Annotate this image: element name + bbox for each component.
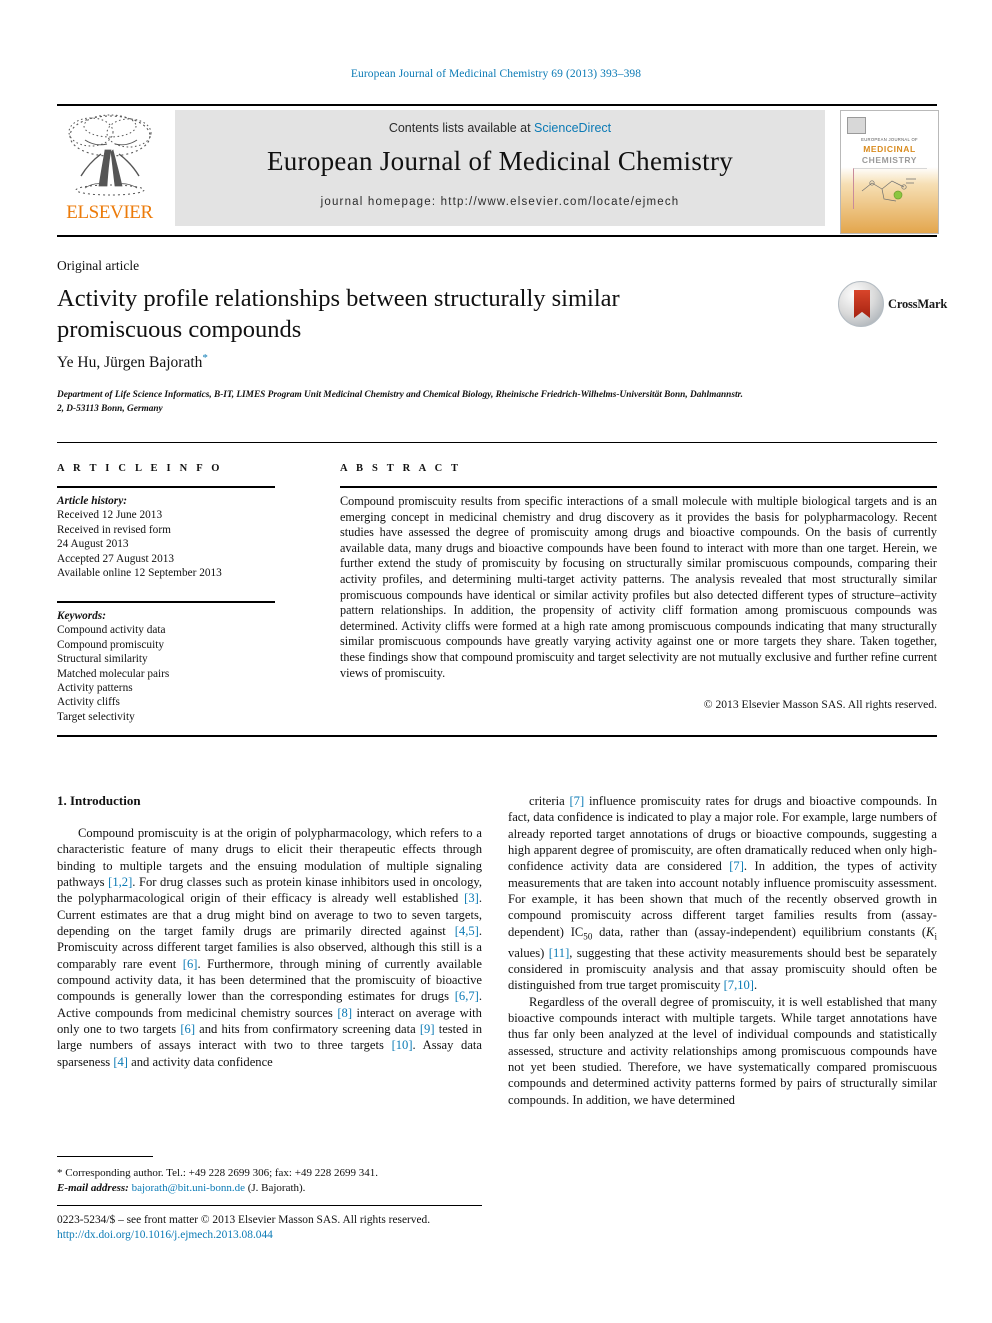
cover-title-line1: EUROPEAN JOURNAL OF [861, 137, 918, 142]
article-info-heading: A R T I C L E I N F O [57, 463, 223, 474]
contents-prefix: Contents lists available at [388, 121, 535, 135]
footnote-marker: * [57, 1167, 63, 1179]
abstract-copyright: © 2013 Elsevier Masson SAS. All rights r… [703, 698, 937, 711]
info-section-top-rule [57, 442, 937, 443]
abstract-bottom-rule [57, 735, 937, 737]
article-type: Original article [57, 258, 140, 273]
abstract-text: Compound promiscuity results from specif… [340, 494, 937, 680]
footnote-text: Corresponding author. Tel.: +49 228 2699… [65, 1167, 378, 1179]
page-title: Activity profile relationships between s… [57, 285, 620, 343]
keyword-item: Activity cliffs [57, 696, 120, 709]
abstract-heading: A B S T R A C T [340, 463, 462, 474]
contents-available-line: Contents lists available at ScienceDirec… [175, 121, 825, 135]
cover-artwork-icon [853, 168, 927, 209]
journal-homepage-link[interactable]: journal homepage: http://www.elsevier.co… [175, 196, 825, 208]
citation-ref[interactable]: [4,5] [455, 924, 479, 938]
journal-masthead: ELSEVIER Contents lists available at Sci… [57, 104, 939, 237]
footer-rule [57, 1205, 482, 1206]
page-footer: 0223-5234/$ – see front matter © 2013 El… [57, 1213, 577, 1243]
journal-cover-thumbnail: EUROPEAN JOURNAL OF MEDICINAL CHEMISTRY [840, 110, 939, 234]
section-heading-introduction: 1. Introduction [57, 793, 141, 808]
citation-ref[interactable]: [7] [569, 794, 584, 808]
corresponding-author-footnote: * Corresponding author. Tel.: +49 228 26… [57, 1166, 482, 1195]
keywords-list: Keywords: Compound activity data Compoun… [57, 609, 287, 724]
crossmark-label: CrossMark [888, 297, 948, 311]
issn-line: 0223-5234/$ – see front matter © 2013 El… [57, 1214, 431, 1226]
article-history-label: Article history: [57, 495, 127, 507]
journal-title: European Journal of Medicinal Chemistry [266, 146, 734, 176]
keyword-item: Compound activity data [57, 624, 166, 637]
article-history: Article history: Received 12 June 2013 R… [57, 494, 287, 580]
elsevier-logo: ELSEVIER [57, 110, 162, 226]
masthead-top-rule [57, 104, 937, 106]
email-label: E-mail address: [57, 1181, 129, 1194]
keyword-item: Target selectivity [57, 710, 135, 723]
keyword-item: Activity patterns [57, 682, 133, 695]
history-item: Received 12 June 2013 [57, 509, 163, 522]
keyword-item: Compound promiscuity [57, 638, 165, 651]
elsevier-wordmark: ELSEVIER [66, 202, 153, 223]
history-item: Received in revised form [57, 523, 171, 536]
history-item: Available online 12 September 2013 [57, 567, 222, 580]
author-list: Ye Hu, Jürgen Bajorath* [57, 352, 707, 372]
citation-ref[interactable]: [7,10] [724, 978, 754, 992]
paragraph: criteria [7] influence promiscuity rates… [508, 794, 938, 993]
article-info-rule [57, 486, 275, 488]
paragraph: Compound promiscuity is at the origin of… [57, 826, 483, 1069]
citation-ref[interactable]: [4] [113, 1055, 128, 1069]
keywords-label: Keywords: [57, 610, 106, 622]
crossmark-badge[interactable]: CrossMark [838, 281, 947, 329]
corresponding-author-marker: * [202, 352, 208, 364]
affiliation: Department of Life Science Informatics, … [57, 390, 743, 414]
citation-ref[interactable]: [8] [337, 1006, 352, 1020]
keywords-rule [57, 601, 275, 603]
crossmark-ribbon-icon [854, 290, 870, 318]
masthead-bottom-rule [57, 235, 937, 237]
history-item: 24 August 2013 [57, 538, 129, 551]
citation-ref[interactable]: [6,7] [455, 989, 479, 1003]
keyword-item: Structural similarity [57, 653, 148, 666]
crossmark-circle-icon [838, 281, 884, 327]
doi-link[interactable]: http://dx.doi.org/10.1016/j.ejmech.2013.… [57, 1228, 577, 1243]
sciencedirect-link[interactable]: ScienceDirect [534, 121, 611, 135]
keyword-item: Matched molecular pairs [57, 667, 170, 680]
email-link[interactable]: bajorath@bit.uni-bonn.de [132, 1182, 245, 1194]
citation-ref[interactable]: [10] [392, 1038, 413, 1052]
running-head: European Journal of Medicinal Chemistry … [350, 68, 642, 80]
author-names: Ye Hu, Jürgen Bajorath [57, 354, 203, 372]
citation-ref[interactable]: [6] [180, 1022, 195, 1036]
body-column-right: criteria [7] influence promiscuity rates… [508, 793, 937, 1108]
abstract-rule [340, 486, 937, 488]
citation-ref[interactable]: [9] [420, 1022, 435, 1036]
elsevier-tree-icon [68, 114, 152, 196]
paragraph: Regardless of the overall degree of prom… [508, 994, 937, 1107]
cover-title-line2: MEDICINAL [863, 144, 916, 154]
cover-publisher-mark [847, 117, 866, 134]
journal-band: Contents lists available at ScienceDirec… [175, 110, 825, 226]
citation-ref[interactable]: [11] [549, 946, 570, 960]
history-item: Accepted 27 August 2013 [57, 552, 175, 565]
body-column-left: Compound promiscuity is at the origin of… [57, 825, 482, 1070]
citation-ref[interactable]: [6] [183, 957, 198, 971]
citation-ref[interactable]: [1,2] [108, 875, 132, 889]
paper-page: European Journal of Medicinal Chemistry … [0, 0, 992, 1323]
citation-ref[interactable]: [3] [464, 891, 479, 905]
citation-ref[interactable]: [7] [729, 859, 744, 873]
email-owner: (J. Bajorath). [247, 1181, 306, 1194]
footnote-rule [57, 1156, 153, 1157]
cover-title-line3: CHEMISTRY [861, 155, 918, 165]
